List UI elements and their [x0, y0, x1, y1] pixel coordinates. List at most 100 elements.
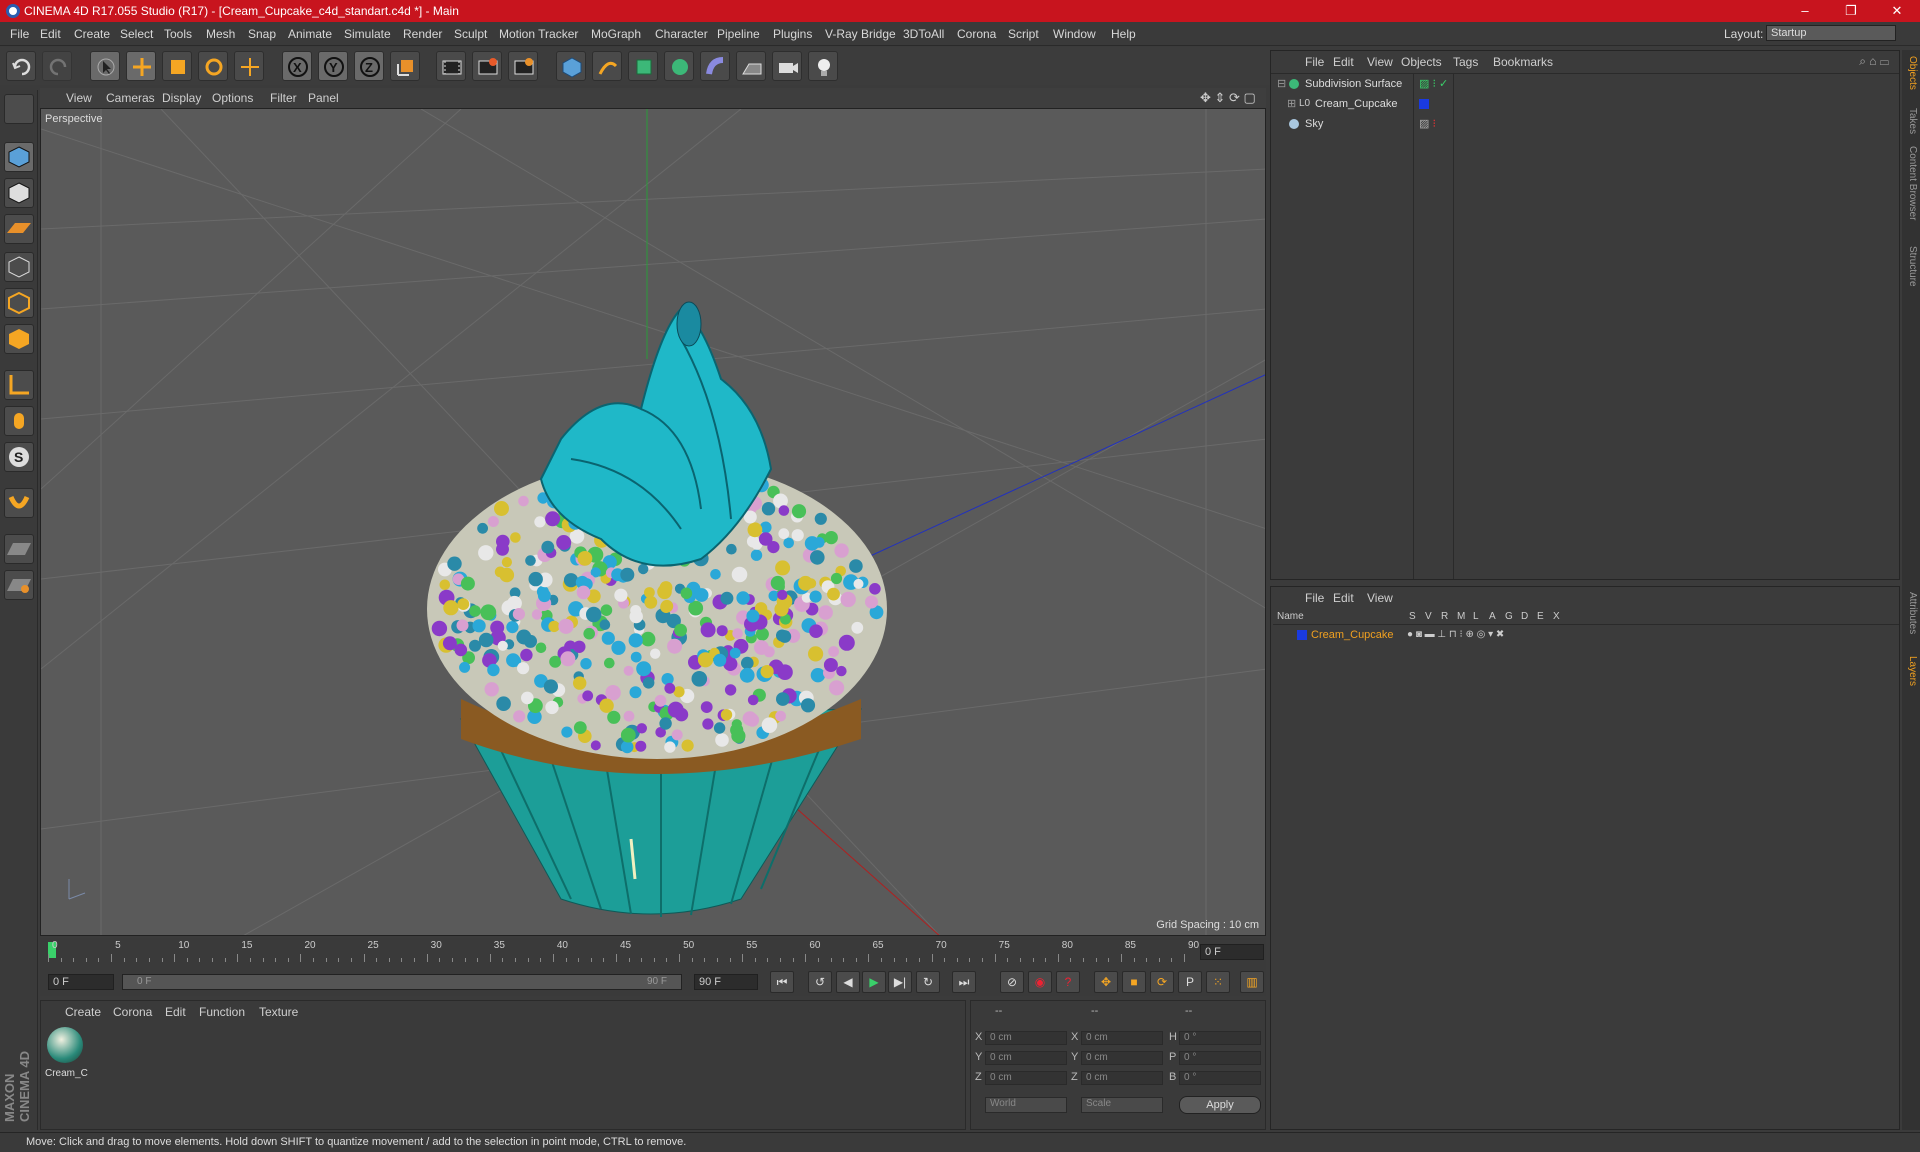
- next-frame-button[interactable]: ▶|: [888, 971, 912, 993]
- rotate-tool-icon[interactable]: [198, 51, 228, 81]
- size-x-field[interactable]: 0 cm: [1081, 1031, 1163, 1045]
- viewport-menu-cameras[interactable]: Cameras: [106, 91, 155, 105]
- rot-h-field[interactable]: 0 °: [1179, 1031, 1261, 1045]
- go-to-start-button[interactable]: ⏮: [770, 971, 794, 993]
- object-manager-search-icon[interactable]: ⌕ ⌂ ▭: [1859, 54, 1889, 69]
- close-button[interactable]: ✕: [1874, 0, 1920, 22]
- menu-help[interactable]: Help: [1111, 27, 1136, 41]
- array-mograph-icon[interactable]: [664, 51, 694, 81]
- menu-snap[interactable]: Snap: [248, 27, 276, 41]
- object-row-sky[interactable]: Sky ▨ ⁝: [1273, 115, 1899, 133]
- previous-key-button[interactable]: ↺: [808, 971, 832, 993]
- menu-plugins[interactable]: Plugins: [773, 27, 812, 41]
- render-settings-icon[interactable]: [508, 51, 538, 81]
- material-menu-create[interactable]: Create: [65, 1005, 101, 1019]
- menu-animate[interactable]: Animate: [288, 27, 332, 41]
- menu-tools[interactable]: Tools: [164, 27, 192, 41]
- menu-file[interactable]: File: [10, 27, 29, 41]
- render-view-icon[interactable]: [436, 51, 466, 81]
- menu-motion-tracker[interactable]: Motion Tracker: [499, 27, 578, 41]
- camera-icon[interactable]: [772, 51, 802, 81]
- deformer-icon[interactable]: [700, 51, 730, 81]
- menu-character[interactable]: Character: [655, 27, 708, 41]
- tab-takes[interactable]: Takes: [1904, 108, 1918, 134]
- rot-b-field[interactable]: 0 °: [1179, 1071, 1261, 1085]
- menu-3dtoall[interactable]: 3DToAll: [903, 27, 944, 41]
- light-icon[interactable]: [808, 51, 838, 81]
- scale-key-button[interactable]: ■: [1122, 971, 1146, 993]
- previous-frame-button[interactable]: ◀: [836, 971, 860, 993]
- menu-pipeline[interactable]: Pipeline: [717, 27, 760, 41]
- object-menu-bookmarks[interactable]: Bookmarks: [1493, 55, 1553, 69]
- cube-primitive-icon[interactable]: [556, 51, 586, 81]
- menu-vray-bridge[interactable]: V-Ray Bridge: [825, 27, 896, 41]
- move-tool-icon[interactable]: [126, 51, 156, 81]
- menu-edit[interactable]: Edit: [40, 27, 61, 41]
- layer-menu-file[interactable]: File: [1305, 591, 1324, 605]
- z-axis-lock-icon[interactable]: Z: [354, 51, 384, 81]
- object-menu-objects[interactable]: Objects: [1401, 55, 1442, 69]
- viewport-menu-options[interactable]: Options: [212, 91, 253, 105]
- menu-simulate[interactable]: Simulate: [344, 27, 391, 41]
- menu-mesh[interactable]: Mesh: [206, 27, 235, 41]
- object-menu-edit[interactable]: Edit: [1333, 55, 1354, 69]
- live-selection-icon[interactable]: [90, 51, 120, 81]
- timeline-ruler[interactable]: 0 5 10 15 20 25 30 35 40 45 50 55 60 65 70 75 80 85 90 0 F: [40, 938, 1266, 966]
- menu-select[interactable]: Select: [120, 27, 153, 41]
- current-frame-field[interactable]: 0 F: [1200, 944, 1264, 960]
- viewport-menu-display[interactable]: Display: [162, 91, 201, 105]
- workplane-mode-icon[interactable]: [4, 214, 34, 244]
- subdivision-nurbs-icon[interactable]: [628, 51, 658, 81]
- texture-mode-icon[interactable]: [4, 178, 34, 208]
- tab-attributes[interactable]: Attributes: [1904, 592, 1918, 634]
- tab-content-browser[interactable]: Content Browser: [1904, 146, 1918, 220]
- menu-sculpt[interactable]: Sculpt: [454, 27, 487, 41]
- polygons-mode-icon[interactable]: [4, 324, 34, 354]
- transform-tool-icon[interactable]: [234, 51, 264, 81]
- timeline-window-button[interactable]: ▥: [1240, 971, 1264, 993]
- material-menu-function[interactable]: Function: [199, 1005, 245, 1019]
- material-menu-corona[interactable]: Corona: [113, 1005, 152, 1019]
- viewport-menu-panel[interactable]: Panel: [308, 91, 339, 105]
- edges-mode-icon[interactable]: [4, 288, 34, 318]
- menu-mograph[interactable]: MoGraph: [591, 27, 641, 41]
- viewport-menu-filter[interactable]: Filter: [270, 91, 297, 105]
- scale-tool-icon[interactable]: [162, 51, 192, 81]
- frame-range-slider[interactable]: 0 F 90 F: [122, 974, 682, 990]
- snapping-icon[interactable]: S: [4, 442, 34, 472]
- coordinate-system-icon[interactable]: [390, 51, 420, 81]
- rot-p-field[interactable]: 0 °: [1179, 1051, 1261, 1065]
- undo-button[interactable]: [6, 51, 36, 81]
- pos-y-field[interactable]: 0 cm: [985, 1051, 1067, 1065]
- menu-corona[interactable]: Corona: [957, 27, 996, 41]
- make-editable-icon[interactable]: [4, 94, 34, 124]
- start-frame-field[interactable]: 0 F: [48, 974, 114, 990]
- menu-render[interactable]: Render: [403, 27, 442, 41]
- viewport-menu-view[interactable]: View: [66, 91, 92, 105]
- layer-flag-icons[interactable]: ● ◙ ▬ ⊥ ⊓ ⁝ ⊕ ◎ ▾ ✖: [1407, 627, 1504, 643]
- y-axis-lock-icon[interactable]: Y: [318, 51, 348, 81]
- apply-button[interactable]: Apply: [1179, 1096, 1261, 1114]
- coord-scale-dropdown[interactable]: Scale: [1081, 1097, 1163, 1113]
- layout-dropdown[interactable]: Startup: [1766, 25, 1896, 41]
- material-menu-edit[interactable]: Edit: [165, 1005, 186, 1019]
- parameter-key-button[interactable]: P: [1178, 971, 1202, 993]
- tab-layers[interactable]: Layers: [1904, 656, 1918, 686]
- x-axis-lock-icon[interactable]: X: [282, 51, 312, 81]
- material-swatch[interactable]: Cream_C: [45, 1025, 88, 1081]
- planar-workplane-icon[interactable]: [4, 570, 34, 600]
- menu-create[interactable]: Create: [74, 27, 110, 41]
- redo-button[interactable]: [42, 51, 72, 81]
- floor-environment-icon[interactable]: [736, 51, 766, 81]
- restore-button[interactable]: ❐: [1828, 0, 1874, 22]
- go-to-end-button[interactable]: ⏭: [952, 971, 976, 993]
- position-key-button[interactable]: ✥: [1094, 971, 1118, 993]
- rotation-key-button[interactable]: ⟳: [1150, 971, 1174, 993]
- layer-row-cream-cupcake[interactable]: Cream_Cupcake ● ◙ ▬ ⊥ ⊓ ⁝ ⊕ ◎ ▾ ✖: [1273, 627, 1899, 643]
- layer-menu-view[interactable]: View: [1367, 591, 1393, 605]
- menu-script[interactable]: Script: [1008, 27, 1039, 41]
- layer-menu-edit[interactable]: Edit: [1333, 591, 1354, 605]
- object-row-subdivision-surface[interactable]: ⊟ Subdivision Surface ▨ ⁝ ✓: [1273, 75, 1899, 93]
- minimize-button[interactable]: –: [1782, 0, 1828, 22]
- play-button[interactable]: ▶: [862, 971, 886, 993]
